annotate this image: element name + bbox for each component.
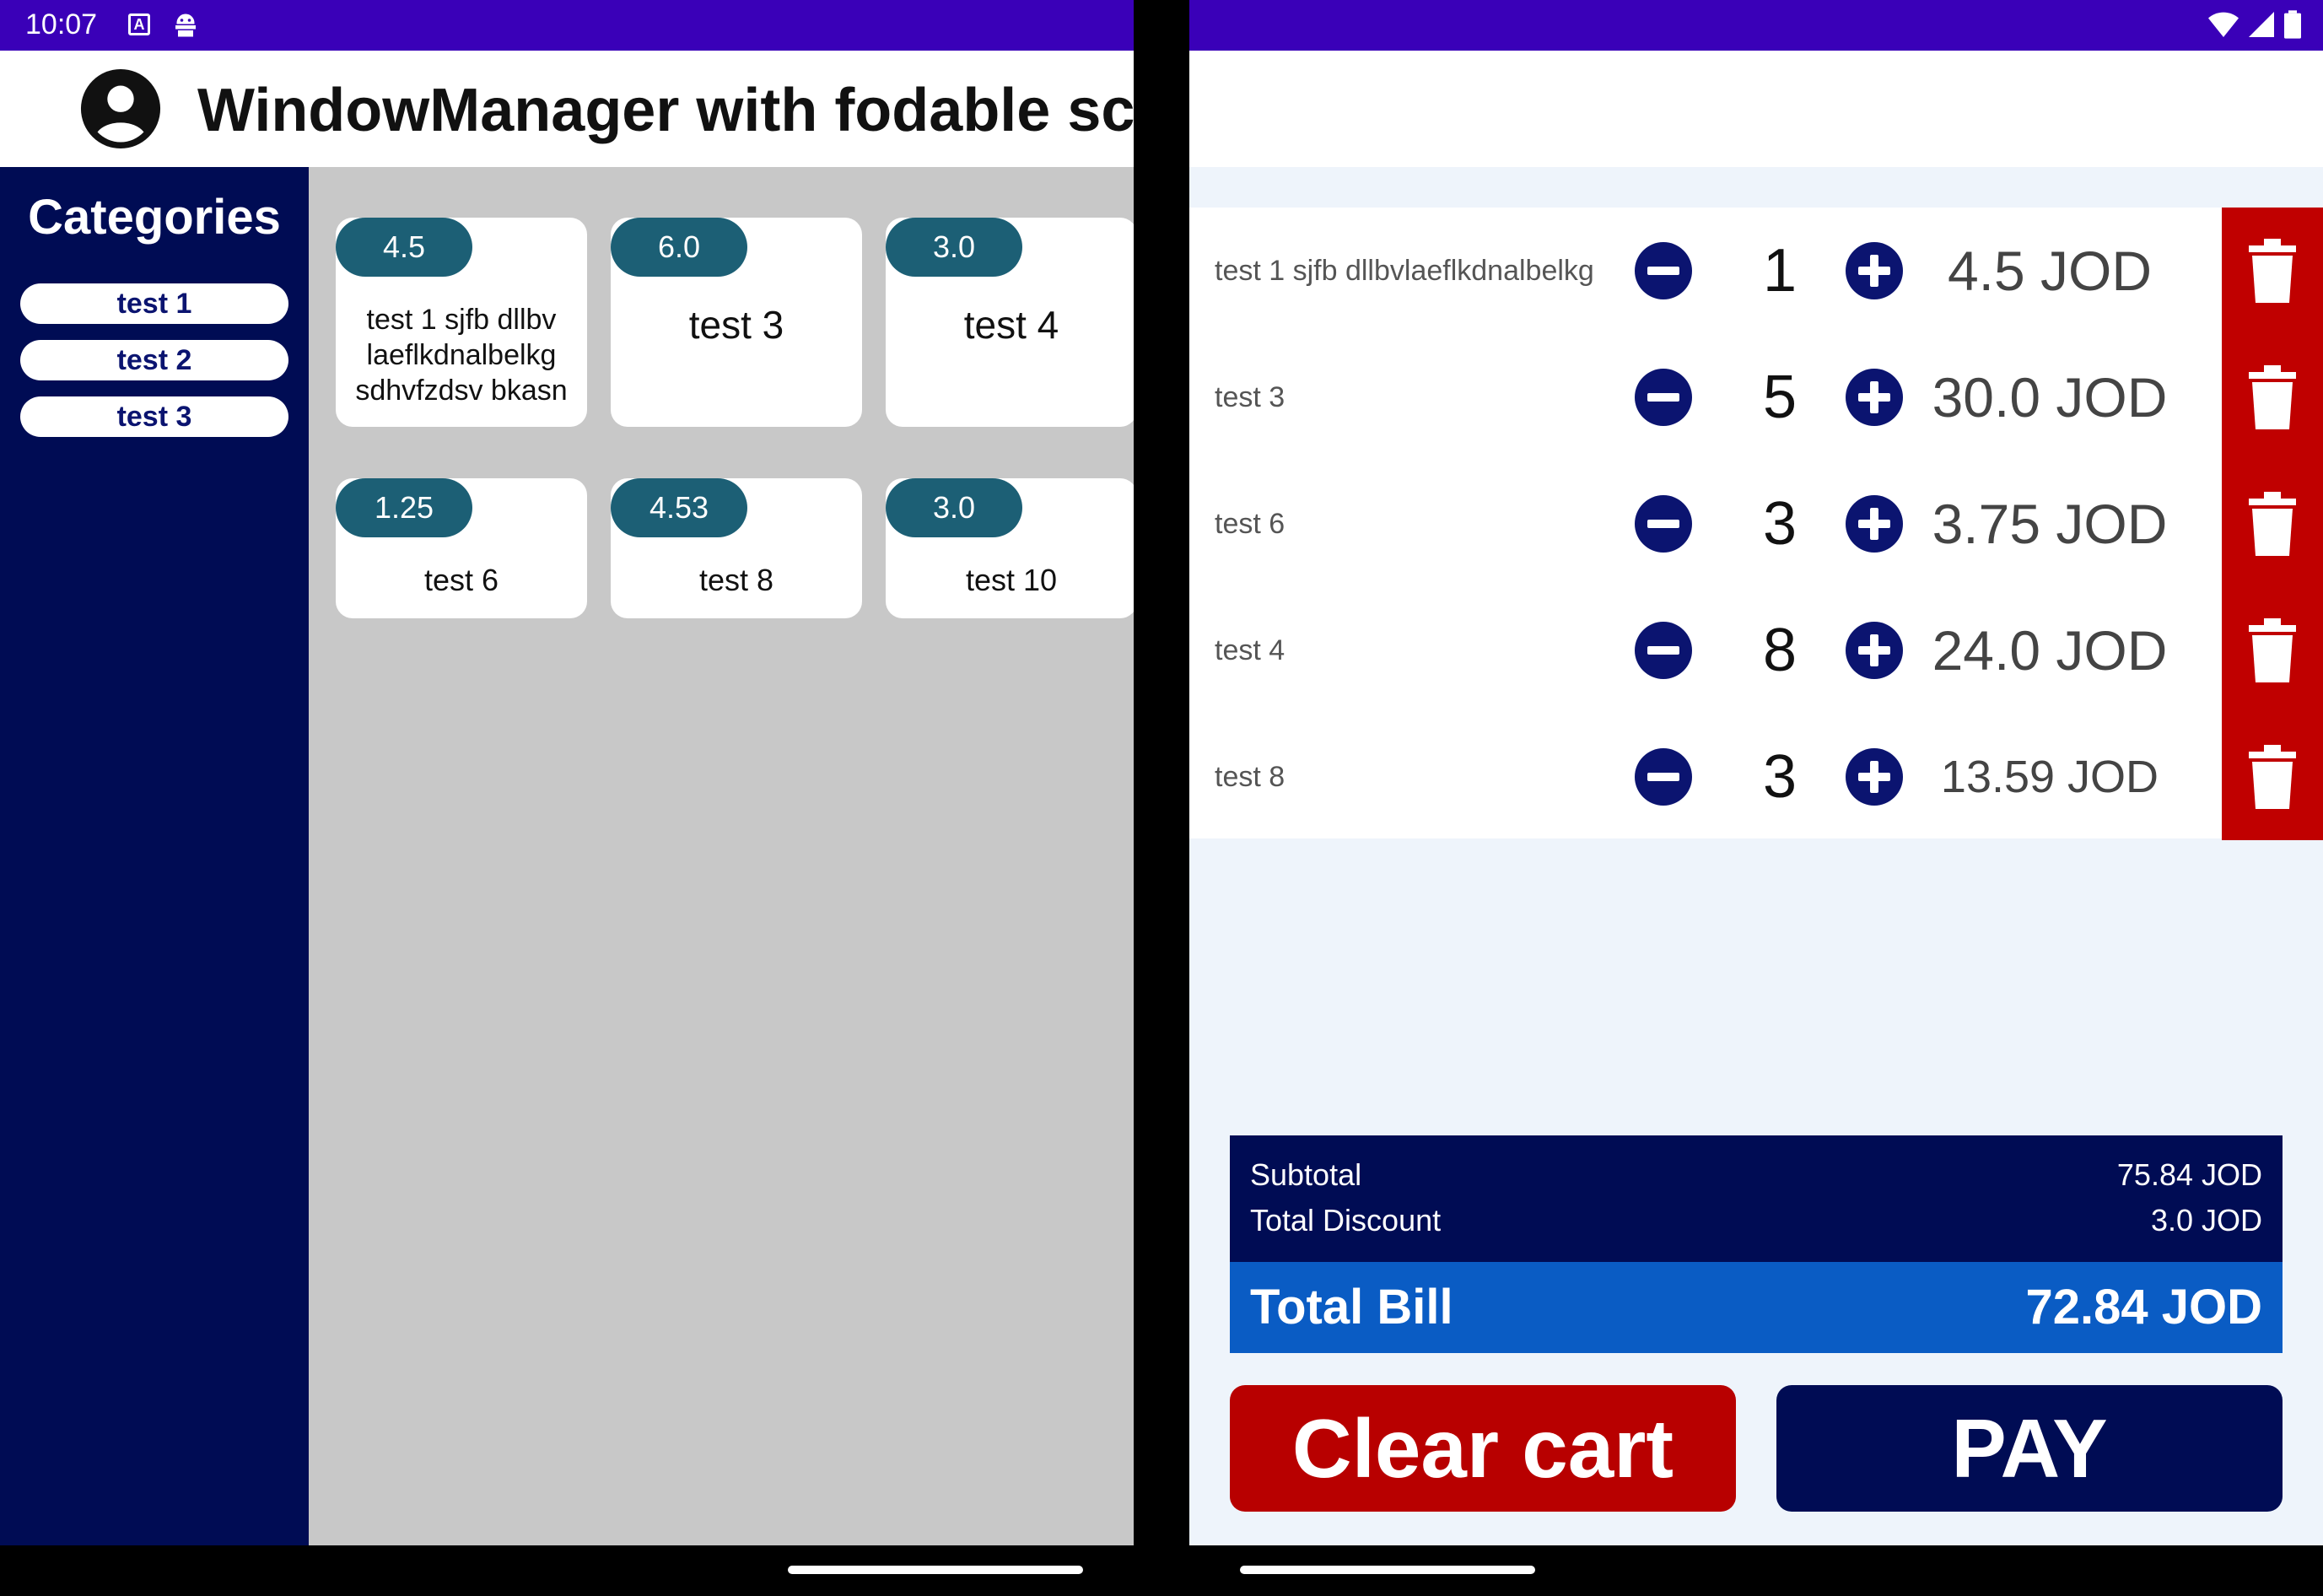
cart-row: test 4 8 24.0 JOD bbox=[1189, 587, 2323, 714]
category-item-test-1[interactable]: test 1 bbox=[20, 283, 288, 324]
decrease-quantity-button[interactable] bbox=[1635, 622, 1692, 679]
cart-item-quantity: 3 bbox=[1762, 490, 1797, 558]
discount-value: 3.0 JOD bbox=[2150, 1203, 2262, 1237]
cart-item-name: test 6 bbox=[1215, 508, 1285, 540]
cart-row: test 8 3 13.59 JOD bbox=[1189, 714, 2323, 840]
product-card[interactable]: 1.25 test 6 bbox=[336, 478, 587, 618]
trash-icon bbox=[2249, 492, 2296, 556]
cart-item-price: 4.5 JOD bbox=[1947, 240, 2153, 302]
battery-icon bbox=[2284, 10, 2301, 39]
product-card[interactable]: 3.0 test 10 bbox=[886, 478, 1134, 618]
price-badge: 4.53 bbox=[611, 478, 747, 537]
cart-item-price: 30.0 JOD bbox=[1932, 366, 2168, 429]
cart-item-name: test 8 bbox=[1215, 761, 1285, 793]
increase-quantity-button[interactable] bbox=[1846, 495, 1903, 553]
subtotal-label: Subtotal bbox=[1250, 1157, 1362, 1192]
discount-label: Total Discount bbox=[1250, 1203, 1442, 1237]
increase-quantity-button[interactable] bbox=[1846, 748, 1903, 806]
cart-list: test 1 sjfb dllbvlaeflkdnalbelkg 1 4.5 J… bbox=[1189, 208, 2323, 840]
trash-icon bbox=[2249, 745, 2296, 809]
product-name: test 8 bbox=[698, 563, 774, 597]
price-badge: 6.0 bbox=[611, 218, 747, 277]
fold-hinge bbox=[1134, 0, 1189, 1596]
product-card[interactable]: 3.0 test 4 bbox=[886, 218, 1134, 427]
decrease-quantity-button[interactable] bbox=[1635, 748, 1692, 806]
product-name: test 6 bbox=[423, 563, 499, 597]
product-name: test 3 bbox=[688, 303, 784, 347]
home-handle-left[interactable] bbox=[788, 1566, 1083, 1574]
price-badge: 1.25 bbox=[336, 478, 472, 537]
categories-sidebar: Categories test 1 test 2 test 3 bbox=[0, 167, 309, 1545]
product-name: test 10 bbox=[965, 563, 1058, 597]
product-card[interactable]: 4.53 test 8 bbox=[611, 478, 862, 618]
cart-item-quantity: 5 bbox=[1762, 364, 1797, 431]
delete-item-button[interactable] bbox=[2222, 587, 2323, 714]
bill-summary: Subtotal 75.84 JOD Total Discount 3.0 JO… bbox=[1230, 1135, 2283, 1262]
category-item-test-2[interactable]: test 2 bbox=[20, 340, 288, 380]
decrease-quantity-button[interactable] bbox=[1635, 242, 1692, 299]
product-name: test 1 sjfb dllbv laeflkdnalbelkg sdhvfz… bbox=[355, 304, 568, 407]
trash-icon bbox=[2249, 239, 2296, 303]
clear-cart-button[interactable]: Clear cart bbox=[1230, 1385, 1736, 1512]
cart-item-price: 13.59 JOD bbox=[1940, 752, 2159, 802]
android-debug-icon bbox=[175, 13, 196, 37]
trash-icon bbox=[2249, 365, 2296, 429]
decrease-quantity-button[interactable] bbox=[1635, 369, 1692, 426]
product-card[interactable]: 4.5 test 1 sjfb dllbv laeflkdnalbelkg sd… bbox=[336, 218, 587, 427]
navigation-bar bbox=[0, 1545, 2323, 1596]
price-badge: 4.5 bbox=[336, 218, 472, 277]
total-bill-label: Total Bill bbox=[1250, 1280, 1453, 1334]
cart-item-name: test 1 sjfb dllbvlaeflkdnalbelkg bbox=[1215, 255, 1594, 287]
home-handle-right[interactable] bbox=[1240, 1566, 1535, 1574]
product-card[interactable]: 6.0 test 3 bbox=[611, 218, 862, 427]
wifi-icon bbox=[2208, 12, 2239, 37]
cart-item-quantity: 3 bbox=[1762, 743, 1797, 811]
categories-title: Categories bbox=[28, 190, 281, 245]
accessibility-notification-icon: A bbox=[128, 13, 150, 35]
price-badge: 3.0 bbox=[886, 218, 1022, 277]
increase-quantity-button[interactable] bbox=[1846, 242, 1903, 299]
increase-quantity-button[interactable] bbox=[1846, 622, 1903, 679]
cart-pane: test 1 sjfb dllbvlaeflkdnalbelkg 1 4.5 J… bbox=[1189, 167, 2323, 1545]
trash-icon bbox=[2249, 618, 2296, 682]
delete-item-button[interactable] bbox=[2222, 334, 2323, 461]
total-bill-value: 72.84 JOD bbox=[2025, 1280, 2262, 1334]
cart-item-name: test 4 bbox=[1215, 634, 1285, 666]
product-name: test 4 bbox=[963, 303, 1059, 347]
cart-row: test 3 5 30.0 JOD bbox=[1189, 334, 2323, 461]
signal-icon bbox=[2249, 12, 2274, 37]
delete-item-button[interactable] bbox=[2222, 208, 2323, 334]
price-badge: 3.0 bbox=[886, 478, 1022, 537]
cart-row: test 6 3 3.75 JOD bbox=[1189, 461, 2323, 587]
cart-row: test 1 sjfb dllbvlaeflkdnalbelkg 1 4.5 J… bbox=[1189, 208, 2323, 334]
cart-item-quantity: 8 bbox=[1762, 617, 1797, 684]
pay-button[interactable]: PAY bbox=[1776, 1385, 2283, 1512]
app-title: WindowManager with fodable screen bbox=[197, 77, 1264, 144]
product-grid: 4.5 test 1 sjfb dllbv laeflkdnalbelkg sd… bbox=[309, 167, 1134, 1545]
increase-quantity-button[interactable] bbox=[1846, 369, 1903, 426]
category-item-test-3[interactable]: test 3 bbox=[20, 396, 288, 437]
decrease-quantity-button[interactable] bbox=[1635, 495, 1692, 553]
cart-item-price: 24.0 JOD bbox=[1932, 619, 2168, 682]
cart-item-quantity: 1 bbox=[1762, 237, 1797, 305]
total-bill-bar: Total Bill 72.84 JOD bbox=[1230, 1262, 2283, 1353]
cart-item-price: 3.75 JOD bbox=[1932, 493, 2168, 555]
account-circle-icon[interactable] bbox=[79, 67, 162, 150]
app-bar-right bbox=[1189, 51, 2323, 167]
status-time: 10:07 bbox=[25, 8, 98, 40]
delete-item-button[interactable] bbox=[2222, 714, 2323, 840]
cart-item-name: test 3 bbox=[1215, 381, 1285, 413]
subtotal-value: 75.84 JOD bbox=[2116, 1157, 2262, 1192]
delete-item-button[interactable] bbox=[2222, 461, 2323, 587]
